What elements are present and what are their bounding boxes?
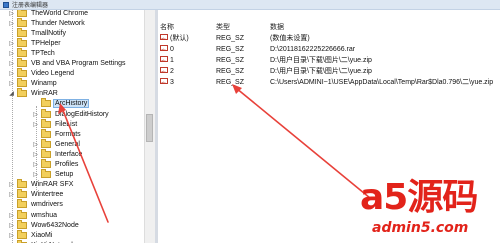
watermark-brand: a5源码 <box>360 177 478 218</box>
annotation-arrow-left <box>61 107 109 223</box>
annotation-arrow-right <box>235 87 371 199</box>
watermark-logo: a5源码 admin5.com <box>360 178 500 243</box>
watermark-site: admin5.com <box>372 220 469 236</box>
arrowhead-left <box>58 103 66 114</box>
